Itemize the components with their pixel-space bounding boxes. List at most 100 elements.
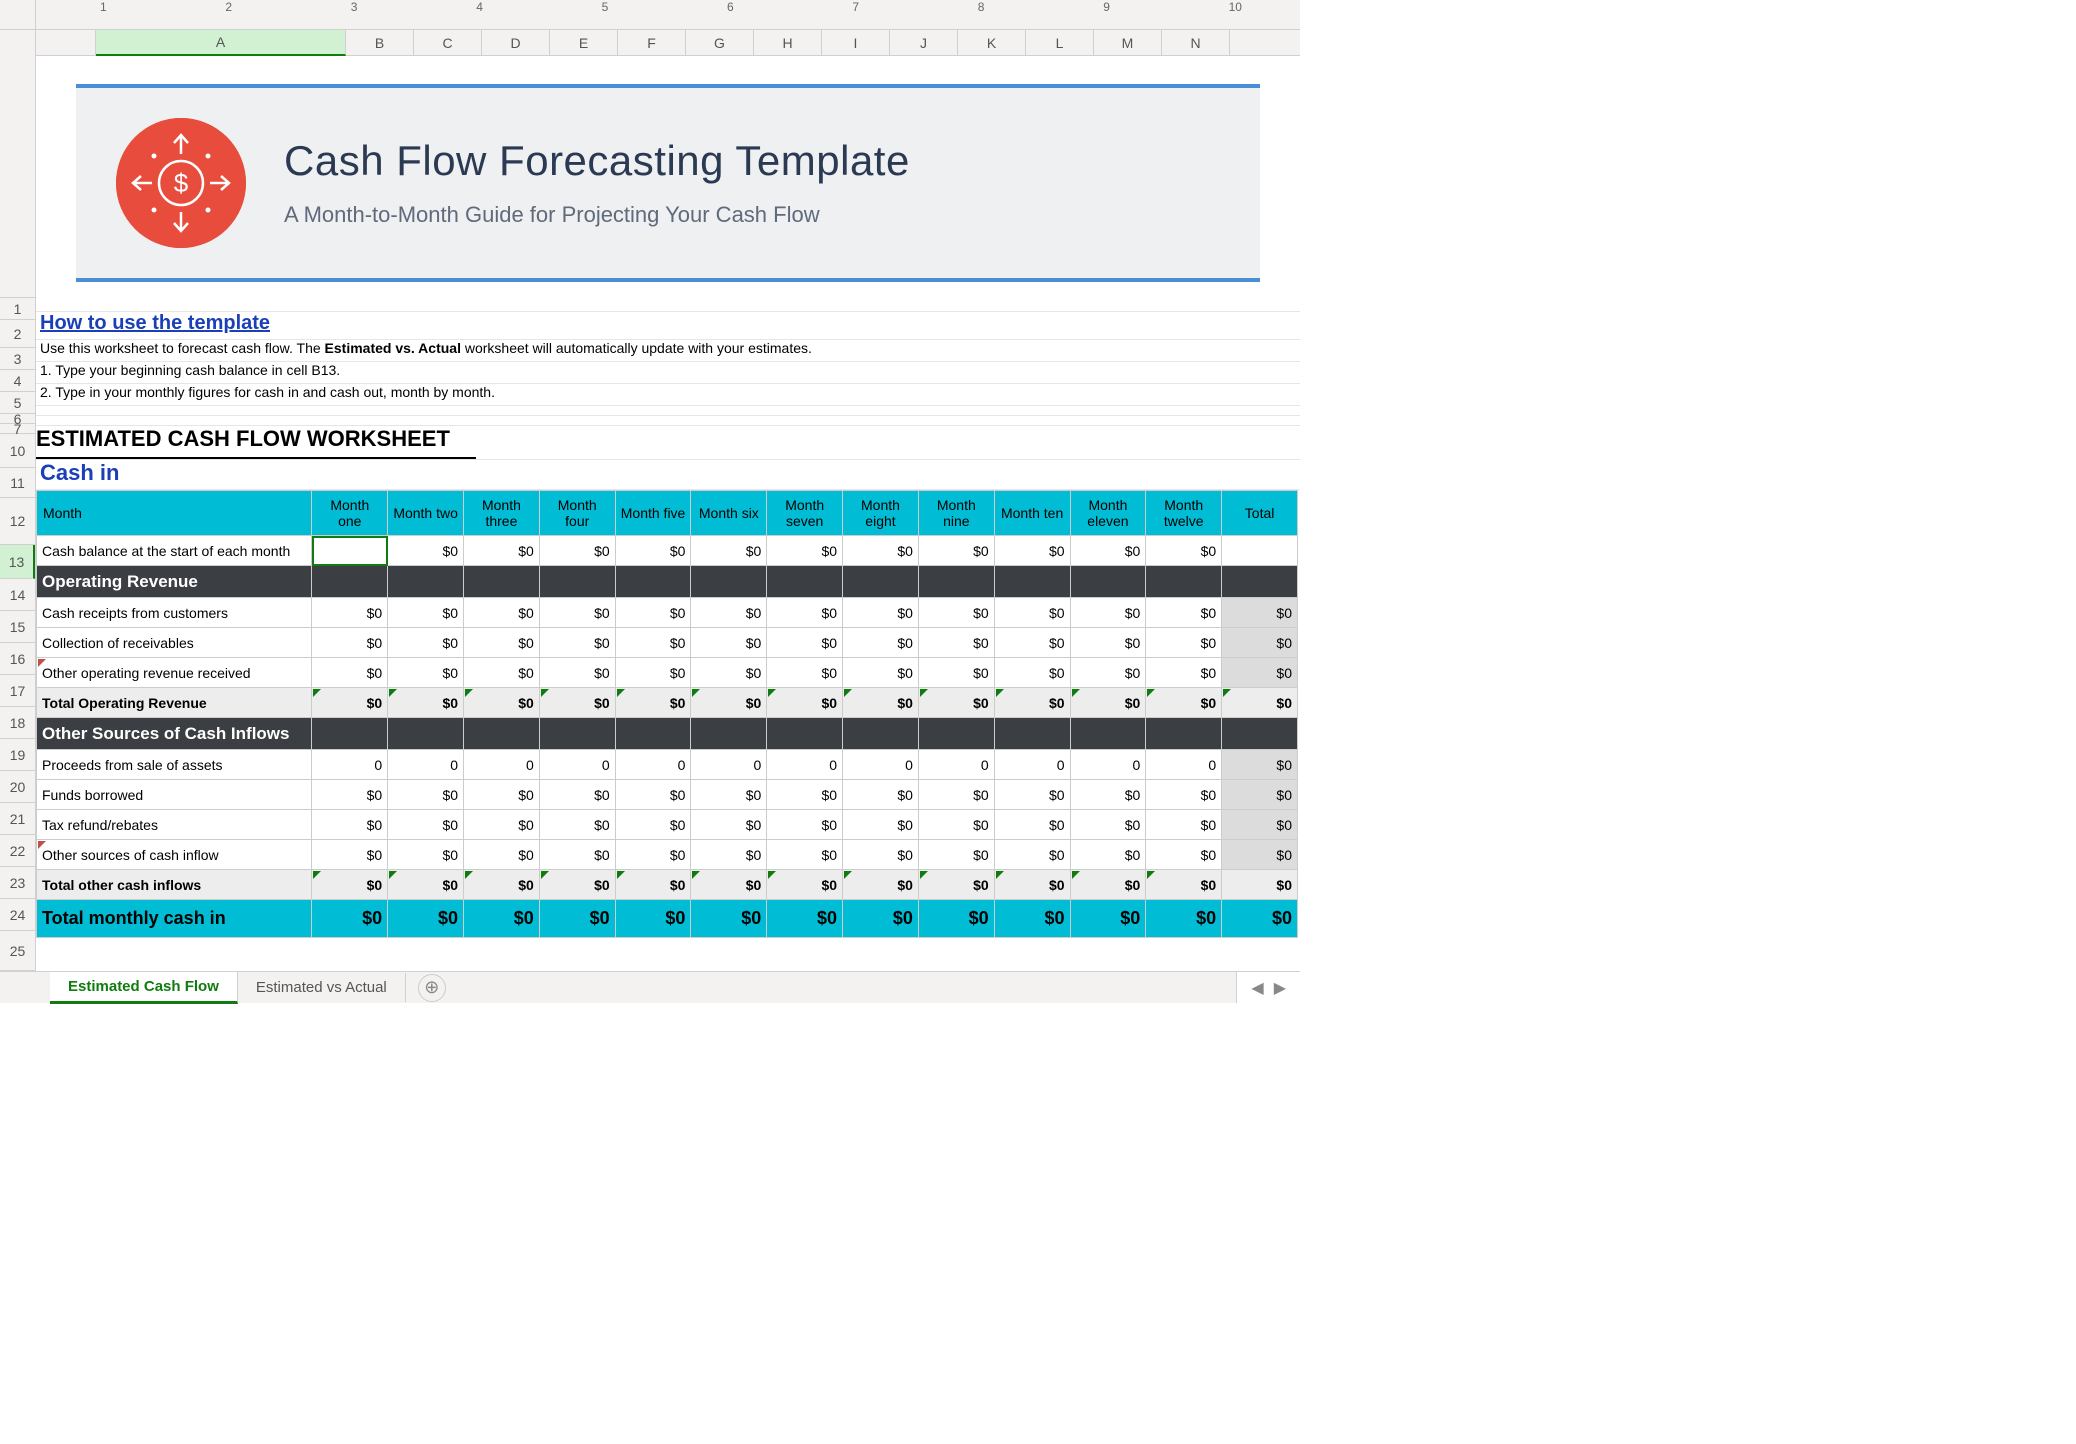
cell[interactable]: $0 [1146,810,1222,840]
cell[interactable]: $0 [918,658,994,688]
cell[interactable]: $0 [1222,750,1298,780]
cell[interactable]: $0 [843,598,919,628]
col-head-G[interactable]: G [686,30,754,56]
cell[interactable]: $0 [464,628,540,658]
row-head-24[interactable]: 24 [0,899,35,931]
row-head-14[interactable]: 14 [0,579,35,611]
cell[interactable]: $0 [918,810,994,840]
cell[interactable]: $0 [1070,780,1146,810]
cell[interactable]: $0 [691,810,767,840]
row-head-7[interactable]: 7 [0,424,35,434]
cell[interactable]: $0 [767,658,843,688]
cash-balance-m1[interactable] [312,536,388,566]
cell[interactable]: $0 [1146,598,1222,628]
cell[interactable]: $0 [691,598,767,628]
col-head-M[interactable]: M [1094,30,1162,56]
row-head-1[interactable]: 1 [0,298,35,320]
cell[interactable]: 0 [1070,750,1146,780]
cell[interactable]: $0 [464,810,540,840]
cell[interactable]: $0 [843,810,919,840]
cell[interactable]: $0 [767,780,843,810]
cell[interactable]: $0 [767,810,843,840]
cell[interactable]: $0 [539,840,615,870]
row-head-23[interactable]: 23 [0,867,35,899]
cell[interactable]: $0 [994,780,1070,810]
col-head-C[interactable]: C [414,30,482,56]
row-head-12[interactable]: 12 [0,498,35,545]
cell[interactable]: $0 [312,840,388,870]
cell[interactable]: $0 [843,780,919,810]
cell[interactable]: $0 [615,658,691,688]
cell[interactable]: $0 [388,840,464,870]
cell[interactable]: $0 [1222,840,1298,870]
col-head-gutter[interactable] [36,30,96,56]
cell[interactable]: $0 [918,628,994,658]
cell[interactable]: $0 [918,780,994,810]
cell[interactable]: $0 [464,658,540,688]
cell[interactable]: 0 [1146,750,1222,780]
cash-balance-m11[interactable]: $0 [1070,536,1146,566]
cell[interactable]: $0 [539,658,615,688]
cell[interactable]: 0 [994,750,1070,780]
cell[interactable]: $0 [1070,840,1146,870]
col-head-N[interactable]: N [1162,30,1230,56]
cell[interactable]: $0 [1146,658,1222,688]
tab-estimated-cash-flow[interactable]: Estimated Cash Flow [50,972,238,1004]
cell[interactable]: $0 [1146,628,1222,658]
cash-balance-m13[interactable] [1222,536,1298,566]
row-head-2[interactable]: 2 [0,320,35,348]
col-head-E[interactable]: E [550,30,618,56]
tab-scroll-controls[interactable]: ◀ ▶ [1236,972,1300,1003]
cell[interactable]: $0 [539,598,615,628]
col-head-F[interactable]: F [618,30,686,56]
cell[interactable]: $0 [539,780,615,810]
row-head-16[interactable]: 16 [0,643,35,675]
worksheet[interactable]: $ [36,56,1300,971]
cash-balance-m12[interactable]: $0 [1146,536,1222,566]
row-head-25[interactable]: 25 [0,931,35,971]
row-head-15[interactable]: 15 [0,611,35,643]
cell[interactable]: $0 [615,598,691,628]
cell[interactable]: $0 [615,780,691,810]
cell[interactable]: $0 [312,598,388,628]
cell[interactable]: $0 [1070,658,1146,688]
cell[interactable]: $0 [1146,840,1222,870]
cell[interactable]: $0 [843,840,919,870]
cash-balance-m5[interactable]: $0 [615,536,691,566]
cell[interactable]: $0 [539,628,615,658]
cell[interactable]: $0 [388,658,464,688]
cell[interactable]: $0 [388,810,464,840]
cell[interactable]: $0 [464,780,540,810]
row-head-3[interactable]: 3 [0,348,35,370]
cell[interactable]: $0 [918,598,994,628]
cell[interactable]: $0 [843,658,919,688]
cell[interactable]: $0 [615,628,691,658]
cell[interactable]: $0 [312,628,388,658]
cell[interactable]: $0 [539,810,615,840]
cell[interactable]: $0 [691,628,767,658]
cell[interactable]: $0 [312,780,388,810]
cell[interactable]: $0 [388,628,464,658]
cell[interactable]: $0 [312,658,388,688]
cell[interactable]: $0 [1070,628,1146,658]
cell[interactable]: $0 [994,840,1070,870]
cell[interactable]: $0 [691,780,767,810]
cell[interactable]: $0 [1070,810,1146,840]
cell[interactable]: $0 [464,840,540,870]
row-head-18[interactable]: 18 [0,707,35,739]
cell[interactable]: $0 [767,628,843,658]
add-sheet-button[interactable]: ⊕ [418,974,446,1002]
row-head-20[interactable]: 20 [0,771,35,803]
cell[interactable]: $0 [1222,810,1298,840]
cell[interactable]: 0 [691,750,767,780]
cell[interactable]: $0 [994,810,1070,840]
cell[interactable]: $0 [1222,598,1298,628]
row-head-19[interactable]: 19 [0,739,35,771]
cash-balance-m4[interactable]: $0 [539,536,615,566]
cell[interactable]: 0 [843,750,919,780]
row-head-10[interactable]: 10 [0,434,35,468]
tab-estimated-vs-actual[interactable]: Estimated vs Actual [238,973,406,1002]
cell[interactable]: $0 [691,840,767,870]
cell[interactable]: $0 [388,598,464,628]
cash-balance-m2[interactable]: $0 [388,536,464,566]
